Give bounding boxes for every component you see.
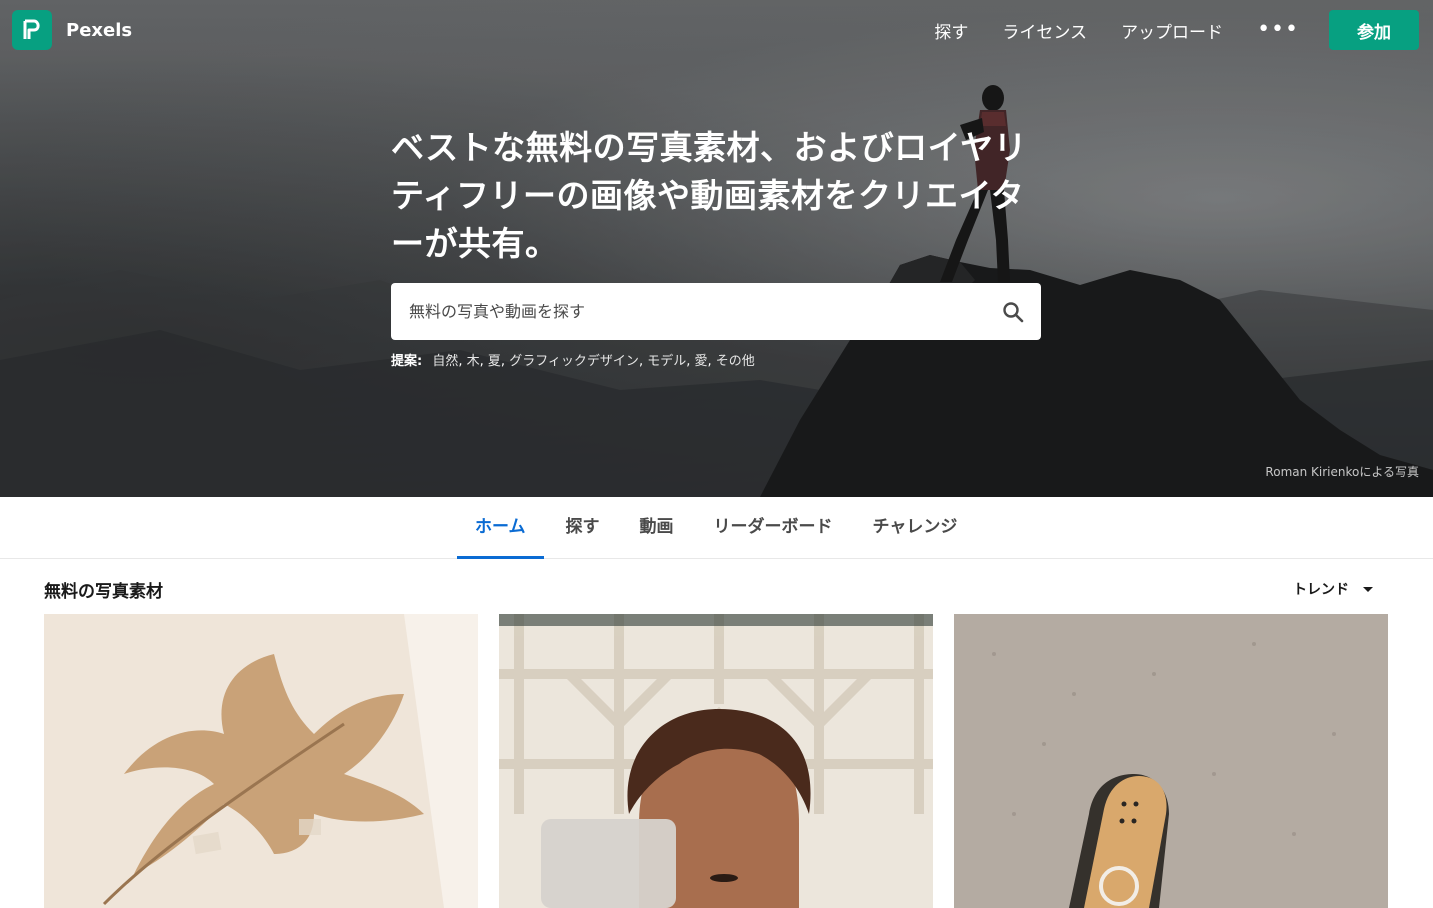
suggestion-link[interactable]: 木 xyxy=(467,354,480,369)
portrait-photo-image xyxy=(499,614,933,908)
sort-label: トレンド xyxy=(1293,582,1349,598)
search-input[interactable] xyxy=(409,302,1001,321)
suggestion-link[interactable]: モデル xyxy=(647,354,686,369)
suggest-label: 提案: xyxy=(391,354,423,369)
tab-challenges[interactable]: チャレンジ xyxy=(855,497,976,559)
suggestion-link[interactable]: その他 xyxy=(716,354,755,369)
sort-dropdown[interactable]: トレンド xyxy=(1293,579,1373,599)
suggestion-link[interactable]: グラフィックデザイン xyxy=(509,354,639,369)
logo-text: Pexels xyxy=(66,19,133,41)
hero-content: ベストな無料の写真素材、およびロイヤリティフリーの画像や動画素材をクリエイターが… xyxy=(391,124,1051,369)
nav-link-explore[interactable]: 探す xyxy=(934,18,968,43)
pexels-logo-icon xyxy=(12,10,52,50)
suggestion-link[interactable]: 夏 xyxy=(488,354,501,369)
search-box[interactable] xyxy=(391,283,1041,340)
more-menu-icon[interactable]: ••• xyxy=(1257,19,1299,41)
section-tabs: ホーム 探す 動画 リーダーボード チャレンジ xyxy=(457,497,979,559)
tab-leaderboard[interactable]: リーダーボード xyxy=(696,497,851,559)
hero-banner: Pexels 探す ライセンス アップロード ••• 参加 ベストな無料の写真素… xyxy=(0,0,1433,497)
nav-links: 探す ライセンス アップロード ••• 参加 xyxy=(934,10,1419,50)
suggestion-link[interactable]: 自然 xyxy=(432,354,458,369)
photo-card-leaf[interactable] xyxy=(44,614,478,908)
leaf-photo-image xyxy=(44,614,478,908)
chevron-down-icon xyxy=(1363,586,1373,592)
search-icon[interactable] xyxy=(1001,300,1025,324)
section-header: 無料の写真素材 トレンド xyxy=(44,577,1389,603)
tab-home[interactable]: ホーム xyxy=(457,497,544,559)
skateboard-photo-image xyxy=(954,614,1388,908)
nav-link-license[interactable]: ライセンス xyxy=(1002,18,1087,43)
search-suggestions: 提案: 自然, 木, 夏, グラフィックデザイン, モデル, 愛, その他 xyxy=(391,354,755,369)
tab-explore[interactable]: 探す xyxy=(548,497,618,559)
section-title: 無料の写真素材 xyxy=(44,582,163,602)
join-button[interactable]: 参加 xyxy=(1329,10,1419,50)
hero-title: ベストな無料の写真素材、およびロイヤリティフリーの画像や動画素材をクリエイターが… xyxy=(391,128,1028,263)
photo-card-skateboard[interactable] xyxy=(954,614,1388,908)
photo-card-portrait[interactable] xyxy=(499,614,933,908)
tab-videos[interactable]: 動画 xyxy=(622,497,692,559)
nav-link-upload[interactable]: アップロード xyxy=(1121,18,1223,43)
photo-credit[interactable]: Roman Kirienkoによる写真 xyxy=(1265,463,1419,480)
section-tabs-bar: ホーム 探す 動画 リーダーボード チャレンジ xyxy=(0,497,1433,559)
suggestion-link[interactable]: 愛 xyxy=(694,354,707,369)
logo[interactable]: Pexels xyxy=(12,10,132,50)
top-navbar: Pexels 探す ライセンス アップロード ••• 参加 xyxy=(0,0,1433,60)
